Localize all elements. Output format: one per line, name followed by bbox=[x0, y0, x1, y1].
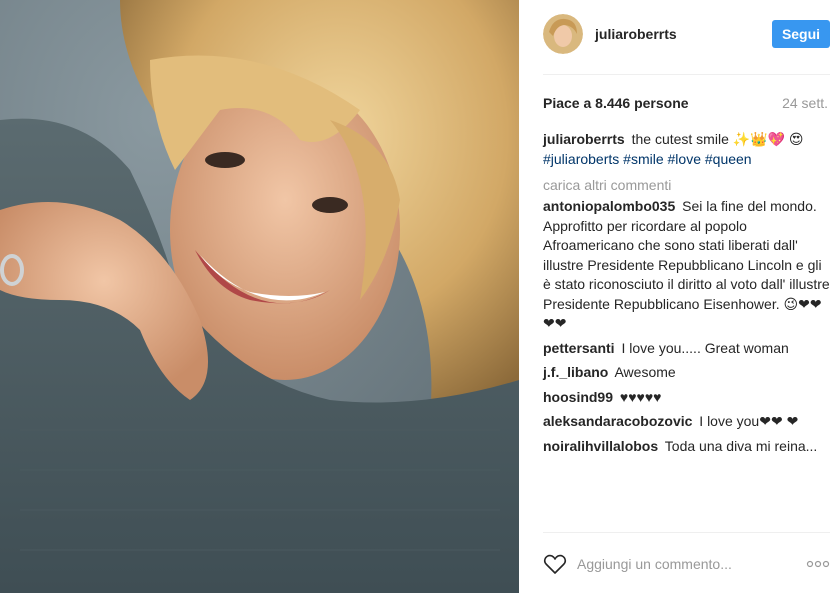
list-item: noiralihvillalobos Toda una diva mi rein… bbox=[543, 437, 830, 457]
comment-username[interactable]: pettersanti bbox=[543, 340, 615, 356]
comment-username[interactable]: antoniopalombo035 bbox=[543, 198, 675, 214]
list-item: hoosind99 ♥♥♥♥♥ bbox=[543, 388, 830, 408]
list-item: aleksandaracobozovic I love you❤❤ ❤ bbox=[543, 412, 830, 432]
more-options-icon[interactable] bbox=[802, 560, 830, 568]
hashtag-link[interactable]: #smile bbox=[623, 151, 663, 167]
comment-username[interactable]: noiralihvillalobos bbox=[543, 438, 658, 454]
comment-input[interactable]: Aggiungi un commento... bbox=[577, 556, 802, 572]
comment-text: Sei la fine del mondo. Approfitto per ri… bbox=[543, 198, 830, 331]
comment-username[interactable]: j.f._libano bbox=[543, 364, 608, 380]
hashtag-link[interactable]: #juliaroberts bbox=[543, 151, 619, 167]
list-item: j.f._libano Awesome bbox=[543, 363, 830, 383]
comment-bar: Aggiungi un commento... bbox=[543, 544, 830, 584]
header-divider bbox=[543, 74, 830, 75]
post-details-panel: juliaroberrts Segui Piace a 8.446 person… bbox=[519, 0, 838, 593]
comment-username[interactable]: aleksandaracobozovic bbox=[543, 413, 692, 429]
hashtag-link[interactable]: #queen bbox=[705, 151, 752, 167]
comment-username[interactable]: hoosind99 bbox=[543, 389, 613, 405]
caption-text: the cutest smile ✨👑💖 😍 bbox=[631, 131, 804, 147]
comment-text: Toda una diva mi reina... bbox=[664, 437, 818, 454]
likes-row: Piace a 8.446 persone 24 sett. bbox=[543, 95, 828, 111]
caption-username[interactable]: juliaroberrts bbox=[543, 131, 625, 147]
likes-count[interactable]: Piace a 8.446 persone bbox=[543, 95, 689, 111]
avatar[interactable] bbox=[543, 14, 583, 54]
post-date[interactable]: 24 sett. bbox=[782, 95, 828, 111]
portrait-image bbox=[0, 0, 519, 593]
list-item: antoniopalombo035 Sei la fine del mondo.… bbox=[543, 197, 830, 334]
comments-section: juliaroberrts the cutest smile ✨👑💖 😍 #ju… bbox=[543, 130, 830, 461]
list-item: pettersanti I love you..... Great woman bbox=[543, 339, 830, 359]
comment-text: ♥♥♥♥♥ bbox=[619, 388, 662, 405]
comment-text: I love you❤❤ ❤ bbox=[699, 413, 799, 429]
hashtag-link[interactable]: #love bbox=[668, 151, 701, 167]
heart-icon[interactable] bbox=[543, 552, 567, 576]
comment-text: I love you..... Great woman bbox=[621, 339, 789, 356]
post-username[interactable]: juliaroberrts bbox=[595, 26, 772, 42]
post-photo[interactable] bbox=[0, 0, 519, 593]
load-more-comments[interactable]: carica altri commenti bbox=[543, 177, 830, 193]
caption: juliaroberrts the cutest smile ✨👑💖 😍 #ju… bbox=[543, 130, 830, 169]
footer-divider bbox=[543, 532, 830, 533]
post-header: juliaroberrts Segui bbox=[543, 14, 830, 54]
follow-button[interactable]: Segui bbox=[772, 20, 830, 48]
comment-text: Awesome bbox=[614, 364, 676, 380]
